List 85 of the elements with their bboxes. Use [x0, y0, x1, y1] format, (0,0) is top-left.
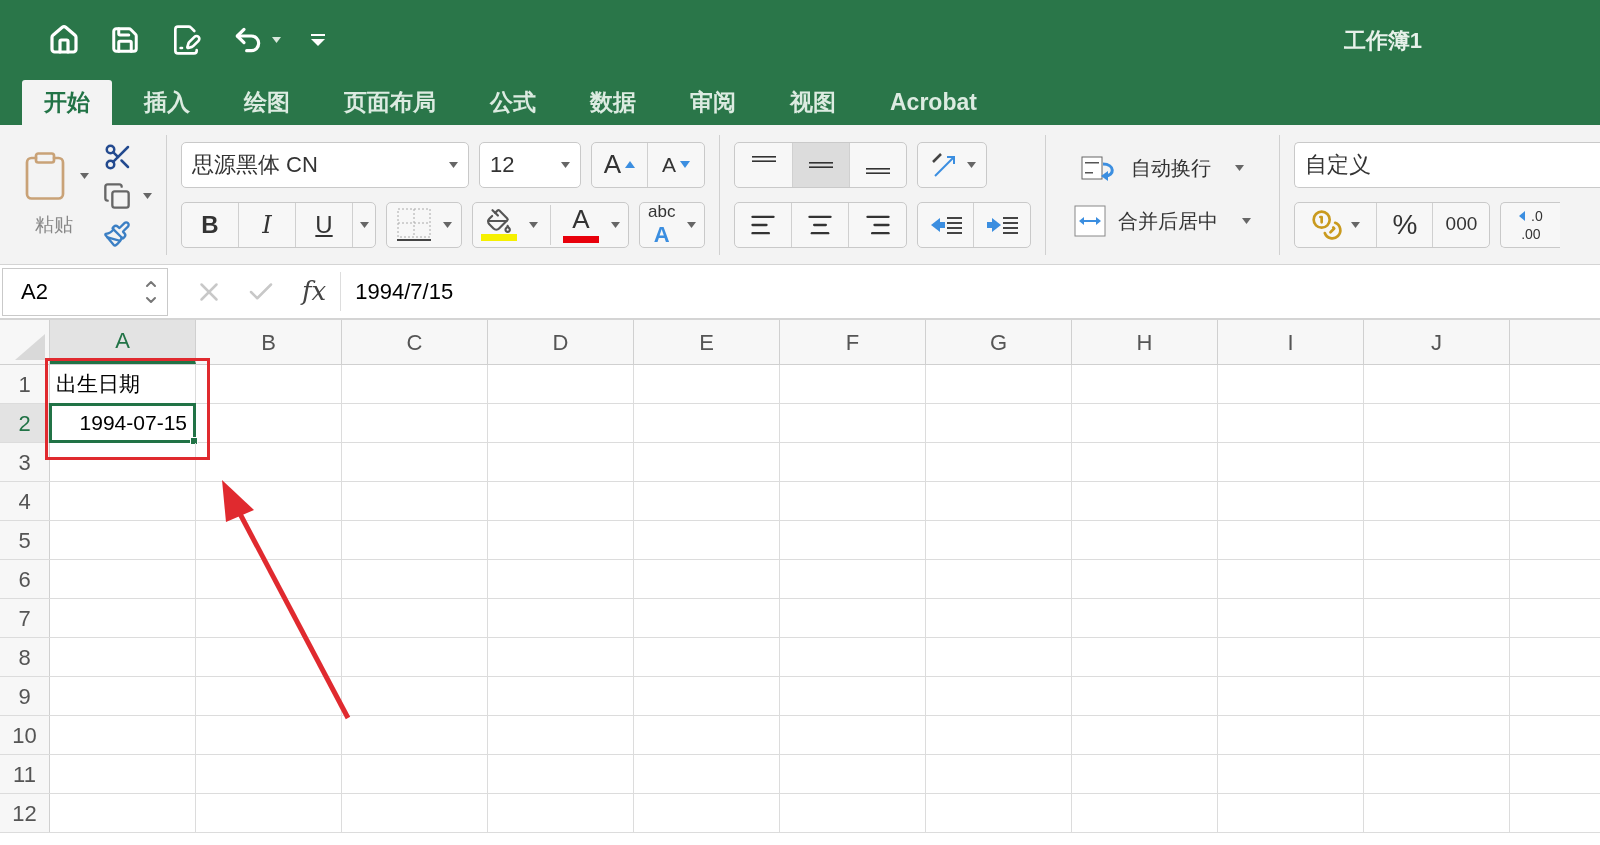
coins-icon	[1311, 208, 1344, 241]
row-header[interactable]: 3	[0, 443, 50, 481]
corner-triangle-icon	[15, 334, 45, 360]
caret-icon	[611, 221, 620, 228]
fill-handle[interactable]	[190, 437, 198, 445]
bold-button[interactable]: B	[182, 202, 239, 247]
caret-icon	[687, 221, 697, 228]
caret-icon	[442, 221, 452, 228]
table-cell[interactable]: 1994-07-15	[49, 403, 196, 443]
row-header[interactable]: 2	[0, 404, 50, 442]
paintbrush-icon[interactable]	[103, 219, 131, 248]
down-triangle-icon	[680, 161, 690, 168]
row-header[interactable]: 7	[0, 599, 50, 637]
number-format-field[interactable]: 自定义	[1294, 141, 1600, 188]
ribbon-tab[interactable]: 公式	[468, 80, 558, 125]
column-header[interactable]: A	[50, 320, 196, 364]
merge-cells-icon	[1074, 204, 1107, 237]
function-button[interactable]: fx	[302, 272, 342, 311]
column-header[interactable]: I	[1218, 320, 1364, 364]
ribbon-tab[interactable]: 审阅	[668, 80, 758, 125]
caret-icon	[561, 161, 570, 168]
caret-icon	[1242, 217, 1252, 224]
column-header[interactable]: D	[488, 320, 634, 364]
caret-icon	[143, 192, 152, 199]
caret-icon	[449, 161, 458, 168]
row-header[interactable]: 9	[0, 677, 50, 715]
column-header[interactable]: H	[1072, 320, 1218, 364]
up-triangle-icon	[625, 161, 636, 168]
percent-button[interactable]: %	[1377, 202, 1434, 247]
ribbon-tab[interactable]: 视图	[768, 80, 858, 125]
font-size-field[interactable]: 12	[479, 141, 581, 188]
caret-icon	[359, 221, 369, 228]
row-header[interactable]: 6	[0, 560, 50, 598]
customize-toolbar-icon[interactable]	[311, 34, 325, 46]
column-header[interactable]: B	[196, 320, 342, 364]
orientation-button[interactable]	[917, 141, 988, 188]
row-header[interactable]: 11	[0, 755, 50, 793]
home-icon[interactable]	[48, 24, 80, 56]
caret-icon	[529, 221, 538, 228]
borders-button[interactable]	[386, 201, 462, 248]
window-title: 工作簿1	[1343, 26, 1422, 55]
ribbon-tab[interactable]: Acrobat	[868, 80, 999, 125]
column-header[interactable]: E	[634, 320, 780, 364]
caret-icon	[80, 173, 89, 180]
row-header[interactable]: 1	[0, 365, 50, 403]
increase-font-button[interactable]: A	[592, 142, 648, 187]
ribbon-tab[interactable]: 数据	[568, 80, 658, 125]
caret-icon	[1351, 221, 1361, 228]
fill-color-icon[interactable]	[481, 208, 517, 241]
row-header[interactable]: 12	[0, 794, 50, 832]
caret-icon	[1235, 164, 1245, 171]
column-header[interactable]: J	[1364, 320, 1510, 364]
paste-label: 粘贴	[34, 213, 73, 238]
merge-center-button[interactable]: 合并后居中	[1074, 204, 1252, 237]
wrap-text-button[interactable]: 自动换行	[1074, 152, 1252, 183]
decrease-font-button[interactable]: A	[648, 142, 704, 187]
ribbon-tab[interactable]: 插入	[122, 80, 212, 125]
formula-input[interactable]: 1994/7/15	[355, 275, 1600, 308]
row-header[interactable]: 8	[0, 638, 50, 676]
copy-icon[interactable]	[103, 181, 131, 210]
borders-icon	[396, 207, 431, 242]
vertical-align-button[interactable]	[792, 142, 850, 187]
row-header[interactable]: 4	[0, 482, 50, 520]
align-middle-icon	[809, 161, 834, 168]
ribbon-tab[interactable]: 开始	[22, 80, 112, 125]
column-header[interactable]: F	[780, 320, 926, 364]
ribbon-tab[interactable]: 页面布局	[322, 80, 458, 125]
font-name-field[interactable]: 思源黑体 CN	[181, 141, 469, 188]
row-header[interactable]: 5	[0, 521, 50, 559]
ribbon-tab[interactable]: 绘图	[222, 80, 312, 125]
decimal-button[interactable]: .0 .00	[1500, 201, 1561, 248]
column-header[interactable]: C	[342, 320, 488, 364]
underline-button[interactable]: U	[296, 202, 353, 247]
align-bottom-icon	[866, 167, 891, 174]
table-cell[interactable]: 出生日期	[50, 365, 195, 403]
italic-button[interactable]: I	[239, 202, 296, 247]
row-header[interactable]: 10	[0, 716, 50, 754]
column-header[interactable]: G	[926, 320, 1072, 364]
align-top-icon	[751, 155, 776, 162]
caret-icon	[272, 37, 281, 43]
name-box[interactable]: A2	[2, 267, 168, 316]
caret-icon	[966, 161, 976, 168]
save-icon[interactable]	[110, 25, 140, 55]
font-color-button[interactable]: A	[563, 206, 599, 243]
comma-style-button[interactable]: 000	[1433, 202, 1490, 247]
